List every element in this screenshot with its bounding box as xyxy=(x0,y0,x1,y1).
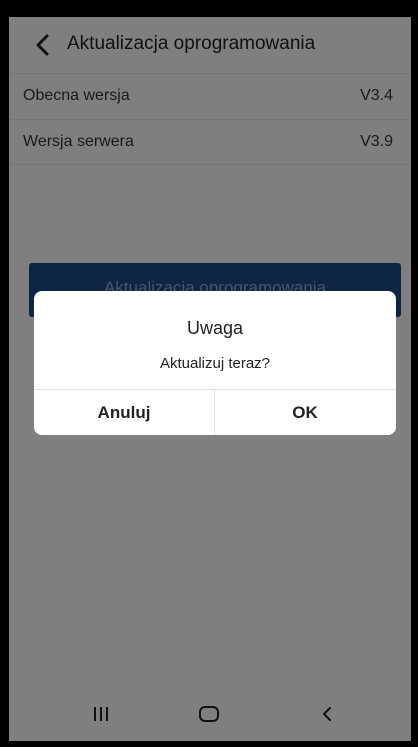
server-version-row: Wersja serwera V3.9 xyxy=(9,119,411,165)
dialog-message: Aktualizuj teraz? xyxy=(159,355,271,372)
nav-back-button[interactable] xyxy=(305,695,349,733)
current-version-value: V3.4 xyxy=(360,87,393,104)
current-version-row: Obecna wersja V3.4 xyxy=(9,73,411,119)
current-version-label: Obecna wersja xyxy=(23,87,130,104)
back-icon xyxy=(323,707,331,721)
app-screen: Aktualizacja oprogramowania Obecna wersj… xyxy=(9,17,411,741)
home-icon xyxy=(199,706,219,722)
cancel-button[interactable]: Anuluj xyxy=(34,390,214,435)
chevron-left-icon xyxy=(36,34,49,56)
recent-apps-button[interactable] xyxy=(79,695,123,733)
confirm-dialog: Uwaga Aktualizuj teraz? Anuluj OK xyxy=(34,291,396,435)
back-button[interactable] xyxy=(27,29,57,61)
ok-button[interactable]: OK xyxy=(215,390,395,435)
dialog-title: Uwaga xyxy=(186,318,244,338)
app-header: Aktualizacja oprogramowania xyxy=(9,17,411,73)
home-button[interactable] xyxy=(187,695,231,733)
server-version-label: Wersja serwera xyxy=(23,133,134,150)
server-version-value: V3.9 xyxy=(360,133,393,150)
page-title: Aktualizacja oprogramowania xyxy=(67,33,316,54)
system-navigation-bar xyxy=(9,687,411,741)
device-frame: Aktualizacja oprogramowania Obecna wersj… xyxy=(0,0,418,747)
recent-apps-icon xyxy=(94,707,108,721)
